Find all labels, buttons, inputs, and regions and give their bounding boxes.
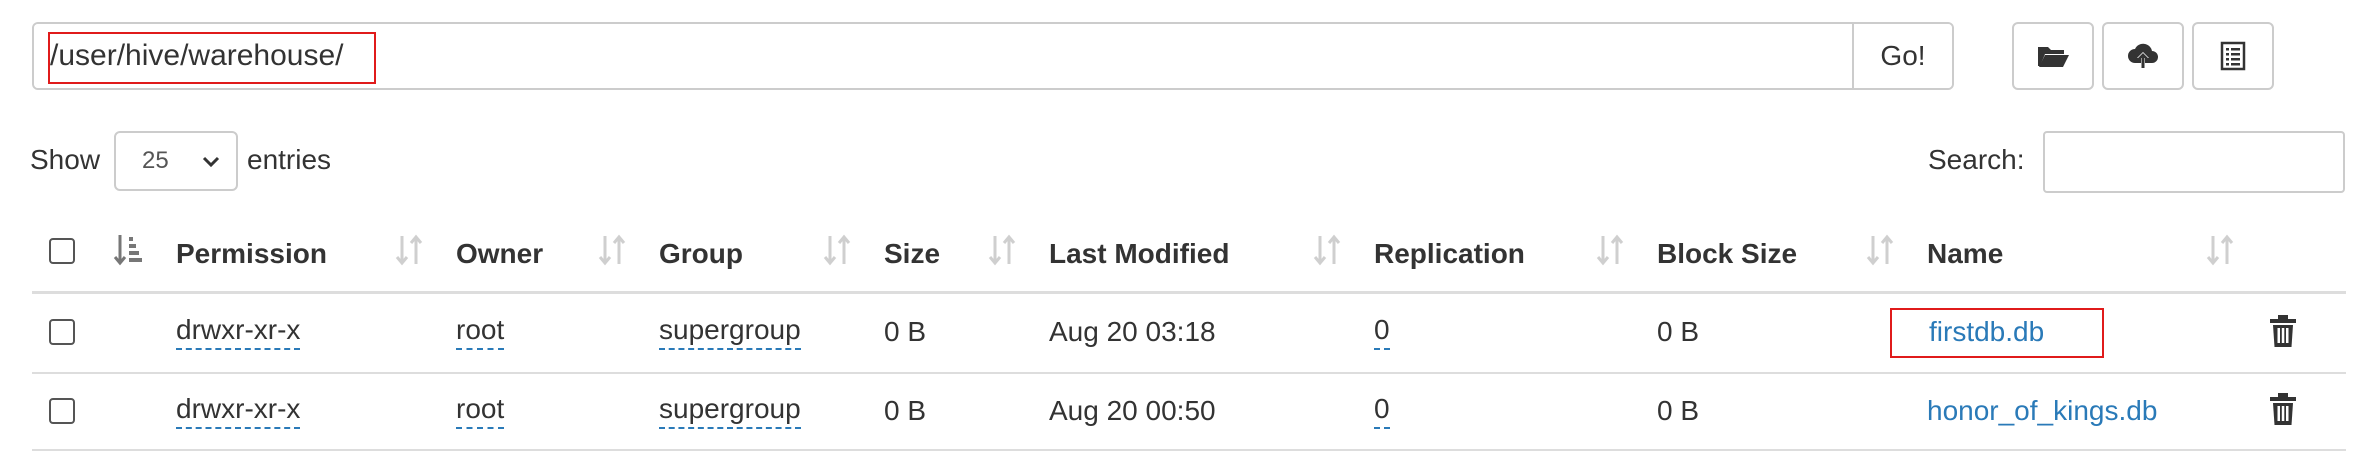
- entries-select[interactable]: 25: [114, 131, 238, 191]
- owner-cell[interactable]: root: [456, 312, 505, 350]
- name-link[interactable]: honor_of_kings.db: [1927, 391, 2157, 431]
- size-cell: 0 B: [884, 316, 927, 347]
- group-cell[interactable]: supergroup: [659, 391, 801, 429]
- column-header-group[interactable]: Group: [659, 234, 743, 274]
- owner-cell[interactable]: root: [456, 391, 505, 429]
- column-header-last-modified[interactable]: Last Modified: [1049, 234, 1229, 274]
- sort-icon[interactable]: [821, 232, 853, 268]
- sort-icon[interactable]: [1311, 232, 1343, 268]
- permission-cell[interactable]: drwxr-xr-x: [176, 312, 301, 350]
- sort-icon[interactable]: [1864, 232, 1896, 268]
- size-cell: 0 B: [884, 395, 927, 426]
- block-size-cell: 0 B: [1657, 395, 1700, 426]
- header-divider: [32, 291, 2346, 294]
- block-size-cell: 0 B: [1657, 316, 1700, 347]
- open-folder-button[interactable]: [2012, 22, 2094, 90]
- entries-select-value: 25: [142, 147, 169, 174]
- row-checkbox[interactable]: [49, 398, 75, 424]
- trash-icon[interactable]: [2268, 392, 2298, 426]
- replication-cell[interactable]: 0: [1374, 312, 1390, 350]
- chevron-down-icon: [202, 156, 220, 168]
- sort-icon[interactable]: [2204, 232, 2236, 268]
- column-header-block-size[interactable]: Block Size: [1657, 234, 1797, 274]
- last-modified-cell: Aug 20 00:50: [1049, 395, 1216, 426]
- sort-icon[interactable]: [986, 232, 1018, 268]
- cloud-upload-icon: [2128, 43, 2158, 68]
- column-header-owner[interactable]: Owner: [456, 234, 543, 274]
- path-highlight-box: [48, 32, 376, 84]
- list-view-button[interactable]: [2192, 22, 2274, 90]
- replication-cell[interactable]: 0: [1374, 391, 1390, 429]
- list-icon: [2220, 41, 2246, 71]
- column-header-size[interactable]: Size: [884, 234, 940, 274]
- sort-icon[interactable]: [1594, 232, 1626, 268]
- row-divider: [32, 449, 2346, 451]
- name-highlight-box: [1890, 308, 2104, 358]
- go-button[interactable]: Go!: [1852, 24, 1952, 88]
- entries-label: entries: [247, 144, 332, 175]
- last-modified-cell: Aug 20 03:18: [1049, 316, 1216, 347]
- trash-icon[interactable]: [2268, 314, 2298, 348]
- search-input[interactable]: [2043, 131, 2345, 193]
- search-label: Search:: [1928, 144, 2025, 175]
- row-checkbox[interactable]: [49, 319, 75, 345]
- sort-order-icon[interactable]: [112, 232, 146, 268]
- column-header-name[interactable]: Name: [1927, 234, 2003, 274]
- permission-cell[interactable]: drwxr-xr-x: [176, 391, 301, 429]
- upload-button[interactable]: [2102, 22, 2184, 90]
- sort-icon[interactable]: [596, 232, 628, 268]
- column-header-permission[interactable]: Permission: [176, 234, 327, 274]
- row-divider: [32, 372, 2346, 374]
- sort-icon[interactable]: [393, 232, 425, 268]
- show-label: Show: [30, 144, 101, 175]
- select-all-checkbox[interactable]: [49, 238, 75, 264]
- group-cell[interactable]: supergroup: [659, 312, 801, 350]
- column-header-replication[interactable]: Replication: [1374, 234, 1525, 274]
- folder-open-icon: [2038, 47, 2069, 67]
